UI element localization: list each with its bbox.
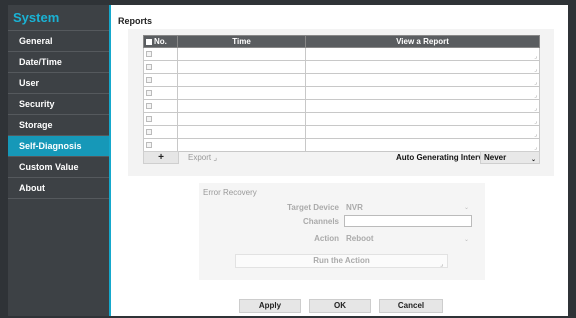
action-label: Action [314,234,339,243]
row-checkbox[interactable] [146,64,152,71]
row-checkbox[interactable] [146,142,152,149]
channels-label: Channels [302,217,339,226]
window: System General Date/Time User Security S… [0,0,576,318]
row-no-cell [143,112,178,126]
auto-interval-label: Auto Generating Interval [396,153,490,162]
run-action-corner-glyph: ⌟ [440,262,443,268]
row-checkbox[interactable] [146,129,152,136]
row-no-cell [143,73,178,87]
row-checkbox[interactable] [146,116,152,123]
export-label: Export [188,153,212,162]
table-row[interactable]: ⌟ [143,73,540,87]
row-report-cell[interactable]: ⌟ [305,138,540,152]
export-corner-glyph: ⌟ [213,153,218,162]
row-report-cell[interactable]: ⌟ [305,112,540,126]
sidebar-item-security[interactable]: Security [8,94,109,115]
reports-table-body: ⌟ ⌟ ⌟ ⌟ ⌟ ⌟ ⌟ ⌟ [143,47,540,152]
row-report-cell[interactable]: ⌟ [305,86,540,100]
table-row[interactable]: ⌟ [143,112,540,126]
row-checkbox[interactable] [146,51,152,58]
row-checkbox[interactable] [146,77,152,84]
row-time-cell [177,73,306,87]
chevron-down-icon: ⌄ [530,157,536,163]
select-all-checkbox[interactable] [146,38,152,45]
sidebar-title: System [8,5,109,31]
row-time-cell [177,138,306,152]
row-time-cell [177,60,306,74]
column-header-view-report: View a Report [305,35,540,48]
row-report-cell[interactable]: ⌟ [305,73,540,87]
auto-interval-value: Never [484,153,507,162]
export-button[interactable]: Export ⌟ [188,153,217,162]
row-no-cell [143,47,178,61]
action-chevron-icon: ⌄ [464,237,470,243]
row-no-cell [143,125,178,139]
row-corner-glyph: ⌟ [534,132,537,138]
row-no-cell [143,138,178,152]
run-action-button[interactable]: Run the Action ⌟ [235,254,448,268]
apply-button[interactable]: Apply [239,299,301,313]
sidebar-item-self-diagnosis[interactable]: Self-Diagnosis [8,136,109,157]
row-time-cell [177,125,306,139]
main-panel: Reports No. Time View a Report ⌟ ⌟ ⌟ ⌟ ⌟ ⌟ ⌟ ⌟ … [111,5,568,316]
action-select[interactable]: Reboot [346,234,374,243]
row-no-cell [143,60,178,74]
row-no-cell [143,86,178,100]
table-row[interactable]: ⌟ [143,125,540,139]
row-corner-glyph: ⌟ [534,106,537,112]
sidebar-item-general[interactable]: General [8,31,109,52]
row-time-cell [177,47,306,61]
row-time-cell [177,112,306,126]
row-checkbox[interactable] [146,90,152,97]
row-corner-glyph: ⌟ [534,119,537,125]
sidebar-item-storage[interactable]: Storage [8,115,109,136]
sidebar-item-about[interactable]: About [8,178,109,199]
reports-table: No. Time View a Report ⌟ ⌟ ⌟ ⌟ ⌟ ⌟ ⌟ ⌟ [143,35,540,152]
run-action-label: Run the Action [313,256,370,265]
reports-title: Reports [118,16,153,26]
row-report-cell[interactable]: ⌟ [305,99,540,113]
table-row[interactable]: ⌟ [143,60,540,74]
channels-input[interactable] [344,215,472,227]
error-recovery-title: Error Recovery [203,188,257,197]
row-time-cell [177,86,306,100]
row-checkbox[interactable] [146,103,152,110]
cancel-button[interactable]: Cancel [379,299,443,313]
add-report-button[interactable]: + [143,151,179,164]
row-report-cell[interactable]: ⌟ [305,60,540,74]
row-corner-glyph: ⌟ [534,80,537,86]
row-no-cell [143,99,178,113]
row-report-cell[interactable]: ⌟ [305,125,540,139]
row-report-cell[interactable]: ⌟ [305,47,540,61]
auto-interval-select[interactable]: Never ⌄ [480,151,540,164]
row-corner-glyph: ⌟ [534,93,537,99]
sidebar: System General Date/Time User Security S… [8,5,109,316]
column-label-no: No. [154,37,167,46]
column-header-no[interactable]: No. [143,35,178,48]
ok-button[interactable]: OK [309,299,371,313]
row-time-cell [177,99,306,113]
sidebar-item-user[interactable]: User [8,73,109,94]
table-row[interactable]: ⌟ [143,138,540,152]
table-row[interactable]: ⌟ [143,86,540,100]
table-row[interactable]: ⌟ [143,47,540,61]
target-device-select[interactable]: NVR [346,203,363,212]
row-corner-glyph: ⌟ [534,54,537,60]
target-device-chevron-icon: ⌄ [464,205,470,211]
row-corner-glyph: ⌟ [534,67,537,73]
target-device-label: Target Device [287,203,339,212]
sidebar-item-date-time[interactable]: Date/Time [8,52,109,73]
column-header-time: Time [177,35,306,48]
sidebar-item-custom-value[interactable]: Custom Value [8,157,109,178]
table-row[interactable]: ⌟ [143,99,540,113]
